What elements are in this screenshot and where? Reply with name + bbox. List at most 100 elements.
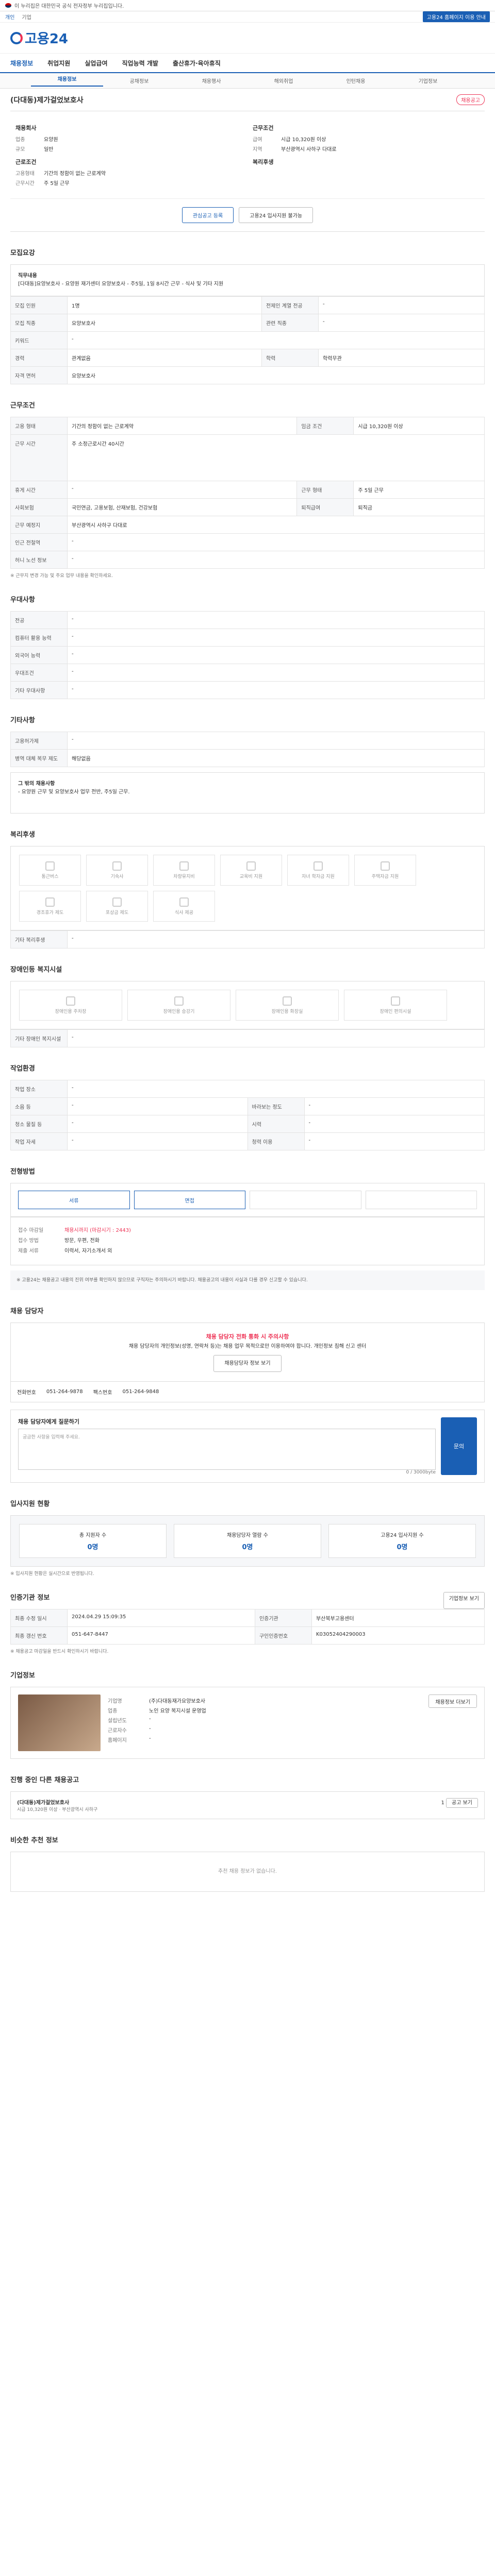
- kv-value: 요양원: [44, 137, 58, 143]
- welfare-item: 식사 제공: [153, 891, 215, 922]
- subnav-0[interactable]: 채용정보: [31, 75, 103, 87]
- other-job-count: 1: [441, 1800, 444, 1806]
- th: 허니 노선 정보: [10, 551, 68, 569]
- trophy-icon: [112, 897, 122, 907]
- section-title: 비슷한 추천 정보: [10, 1837, 58, 1845]
- kv-key: 근무시간: [15, 181, 35, 187]
- kv-value: (주)다대동재가요양보호사: [149, 1699, 206, 1705]
- th: 임금 조건: [296, 417, 354, 435]
- td: 2024.04.29 15:09:35: [67, 1609, 255, 1628]
- stat-value: 0명: [397, 1544, 408, 1552]
- kv-key: 기업명: [108, 1699, 122, 1705]
- personal-link[interactable]: 개인: [5, 13, 14, 21]
- td: -: [67, 1115, 248, 1133]
- wheelchair-icon: [391, 996, 400, 1006]
- meal-icon: [179, 897, 189, 907]
- th: 작업 장소: [10, 1080, 68, 1098]
- th: 관련 직종: [261, 314, 319, 332]
- site-logo[interactable]: 고용24: [10, 28, 68, 47]
- conditions-table: 고용 형태 기간의 정함이 없는 근로계약 임금 조건 시급 10,320원 이상 근…: [10, 417, 485, 569]
- td: -: [304, 1115, 485, 1133]
- car-icon: [179, 861, 189, 871]
- disability-item: 장애인용 승강기: [127, 990, 230, 1021]
- house-icon: [112, 861, 122, 871]
- other-job-title: (다대동)제가걸었보호사: [17, 1800, 70, 1806]
- td: -: [67, 611, 485, 629]
- corp-link[interactable]: 기업: [22, 13, 31, 21]
- more-jobs-button[interactable]: 채용정보 더보기: [428, 1694, 477, 1708]
- ask-button[interactable]: 문의: [441, 1417, 477, 1476]
- header: 고용24: [0, 23, 495, 54]
- subnav-5[interactable]: 기업정보: [392, 77, 464, 84]
- nav-leave[interactable]: 출산휴가·육아휴직: [173, 59, 221, 67]
- parking-icon: [66, 996, 75, 1006]
- nav-support[interactable]: 취업지원: [47, 59, 70, 67]
- warning-text: 채용 담당자의 개인정보(성명, 연락처 등)는 채용 업무 목적으로만 이용하…: [128, 1344, 367, 1350]
- th: 퇴직급여: [296, 498, 354, 516]
- pref-table: 전공 - 컴퓨터 활용 능력 - 외국어 능력 - 우대조건 - 기타 우대사항 -: [10, 611, 485, 699]
- td: -: [304, 1132, 485, 1150]
- job-title-bar: (다대동)제가걸었보호사 채용공고: [10, 89, 485, 111]
- kv-value: 주 5일 근무: [44, 181, 70, 187]
- company-photo: [18, 1694, 101, 1752]
- step-2: 면접: [134, 1191, 245, 1209]
- kv-key: 근로자수: [108, 1728, 127, 1734]
- td: 부산북부고용센터: [311, 1609, 485, 1628]
- selection-notice: ※ 고용24는 채용공고 내용의 진위 여부를 확인하지 않으므로 구직자는 주…: [10, 1270, 485, 1291]
- stat-label: 총 지원자 수: [79, 1533, 107, 1539]
- td: 해당없음: [67, 749, 485, 767]
- stat-total: 총 지원자 수 0명: [19, 1524, 167, 1558]
- subnav-1[interactable]: 공채정보: [103, 77, 175, 84]
- th: 인증기관: [254, 1609, 312, 1628]
- subnav-2[interactable]: 채용행사: [175, 77, 248, 84]
- th: 모집 인원: [10, 296, 68, 314]
- home-icon: [381, 861, 390, 871]
- th: 학력: [261, 349, 319, 367]
- view-job-button[interactable]: 공고 보기: [446, 1798, 478, 1808]
- show-contact-button[interactable]: 채용담당자 정보 보기: [213, 1355, 282, 1372]
- tel-value: 051-264-9878: [46, 1389, 83, 1395]
- kv-row: 규모 일반: [15, 145, 242, 152]
- agency-table: 최종 수정 일시 2024.04.29 15:09:35 인증기관 부산북부고용센터 …: [10, 1609, 485, 1645]
- kv-value: -: [149, 1726, 151, 1732]
- apply-button[interactable]: 고용24 입사지원 불가능: [239, 207, 314, 223]
- subnav-4[interactable]: 인턴채용: [320, 77, 392, 84]
- deadline-value: 채용시까지 (마감시기 : 2443): [64, 1228, 131, 1233]
- kv-row: 설립년도 -: [108, 1716, 421, 1724]
- nav-unemployment[interactable]: 실업급여: [85, 59, 107, 67]
- disability-label: 장애인 편의시설: [380, 1009, 411, 1014]
- conditions-note: ※ 근무지 변경 가능 및 주요 업무 내용을 확인하세요.: [10, 573, 113, 579]
- status-badge: 채용공고: [456, 94, 485, 105]
- th: 키워드: [10, 331, 68, 349]
- stat-label: 고용24 입사지원 수: [381, 1533, 424, 1539]
- th: 고용 형태: [10, 417, 68, 435]
- kv-row: 접수 방법 방문, 우편, 전화: [18, 1237, 477, 1245]
- gov-banner: 이 누리집은 대한민국 공식 전자정부 누리집입니다.: [0, 0, 495, 11]
- nav-training[interactable]: 직업능력 개발: [122, 59, 158, 67]
- other-job-card[interactable]: (다대동)제가걸었보호사 시급 10,320원 이상 · 부산광역시 사하구 1 …: [10, 1791, 485, 1820]
- td: 요양보호사: [67, 314, 262, 332]
- nav-jobs[interactable]: 채용정보: [10, 59, 33, 67]
- kv-row: 접수 마감일 채용시까지 (마감시기 : 2443): [18, 1227, 477, 1235]
- jobdesc-text: [다대동]요양보호사 - 요양원 재가센터 요양보호사 - 주5일, 1일 8시…: [18, 281, 224, 287]
- step-3: [250, 1191, 361, 1209]
- kv-key: 급여: [253, 137, 262, 143]
- summary-left: 채용회사 업종 요양원 규모 일반 근로조건 고용형태 기간의 정함이 없는 근로계약…: [10, 118, 248, 191]
- kv-key: 접수 마감일: [18, 1228, 44, 1233]
- company-info-button[interactable]: 기업정보 보기: [443, 1592, 485, 1609]
- td: -: [67, 930, 485, 948]
- subnav-3[interactable]: 해외취업: [248, 77, 320, 84]
- th: 전제인 계열 전공: [261, 296, 319, 314]
- kv-row: 급여 시급 10,320원 이상: [253, 135, 480, 143]
- kv-value: 부산광역시 사하구 다대로: [281, 147, 337, 152]
- disability-other: 기타 장애인 복지시설 -: [10, 1029, 485, 1047]
- recruit-table: 모집 인원 1명 전제인 계열 전공 - 모집 직종 요양보호사 관련 직종 - 키워드 - …: [10, 296, 485, 384]
- question-input[interactable]: 궁금한 사항을 입력해 주세요.: [18, 1429, 436, 1470]
- kv-row: 지역 부산광역시 사하구 다대로: [253, 145, 480, 152]
- recommend-empty: 추천 채용 정보가 없습니다.: [10, 1852, 485, 1892]
- td: -: [67, 331, 485, 349]
- td: 관계없음: [67, 349, 262, 367]
- bookmark-button[interactable]: 관심공고 등록: [182, 207, 234, 223]
- guide-button[interactable]: 고용24 홈페이지 이용 안내: [422, 11, 490, 22]
- question-box: 채용 담당자에게 질문하기 궁금한 사항을 입력해 주세요. 0 / 3000b…: [10, 1410, 485, 1483]
